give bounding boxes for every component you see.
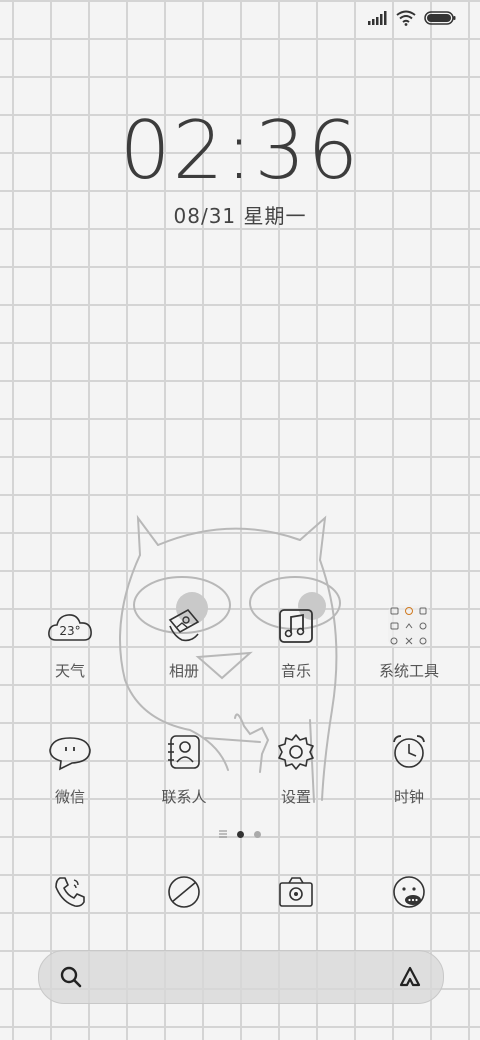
weather-temp: 23° (59, 624, 80, 638)
status-bar (368, 10, 456, 26)
dock-camera[interactable] (240, 868, 352, 916)
app-label: 系统工具 (378, 662, 439, 680)
app-label: 设置 (280, 788, 311, 806)
page-dot (254, 830, 261, 838)
page-dot-active (237, 830, 244, 838)
app-settings[interactable]: 设置 (240, 728, 352, 807)
clock-time: 02:36 (119, 104, 361, 197)
app-folder-system-tools[interactable]: 系统工具 (353, 602, 465, 681)
app-label: 音乐 (280, 662, 311, 680)
search-bar[interactable] (38, 950, 444, 1004)
app-label: 微信 (54, 788, 85, 806)
weather-cloud-icon: 23° (46, 602, 94, 650)
signal-bars-icon (368, 11, 387, 25)
wifi-icon (396, 10, 416, 26)
assistant-icon[interactable] (397, 965, 423, 989)
battery-icon (424, 11, 456, 25)
browser-icon (160, 868, 208, 916)
app-contacts[interactable]: 联系人 (128, 728, 240, 807)
dock-browser[interactable] (128, 868, 240, 916)
search-icon[interactable] (59, 965, 83, 989)
contacts-icon (160, 728, 208, 776)
clock-date: 08/31 星期一 (173, 204, 307, 228)
app-wechat[interactable]: 微信 (14, 728, 126, 807)
app-label: 天气 (54, 662, 85, 680)
app-music[interactable]: 音乐 (240, 602, 352, 681)
alarm-clock-icon (385, 728, 433, 776)
messages-icon (385, 868, 433, 916)
gallery-icon (160, 602, 208, 650)
lock-screen-clock[interactable]: 02:36 08/31 星期一 (0, 108, 480, 229)
app-clock[interactable]: 时钟 (353, 728, 465, 807)
dock-messages[interactable] (353, 868, 465, 916)
phone-icon (46, 868, 94, 916)
app-label: 相册 (168, 662, 199, 680)
page-list-icon (219, 830, 227, 838)
wechat-icon (46, 728, 94, 776)
app-label: 联系人 (161, 788, 207, 806)
app-gallery[interactable]: 相册 (128, 602, 240, 681)
camera-icon (272, 868, 320, 916)
system-tools-folder-icon (385, 602, 433, 650)
dock-phone[interactable] (14, 868, 126, 916)
app-label: 时钟 (393, 788, 424, 806)
music-icon (272, 602, 320, 650)
page-indicator[interactable] (0, 830, 480, 838)
app-weather[interactable]: 23° 天气 (14, 602, 126, 681)
settings-gear-icon (272, 728, 320, 776)
